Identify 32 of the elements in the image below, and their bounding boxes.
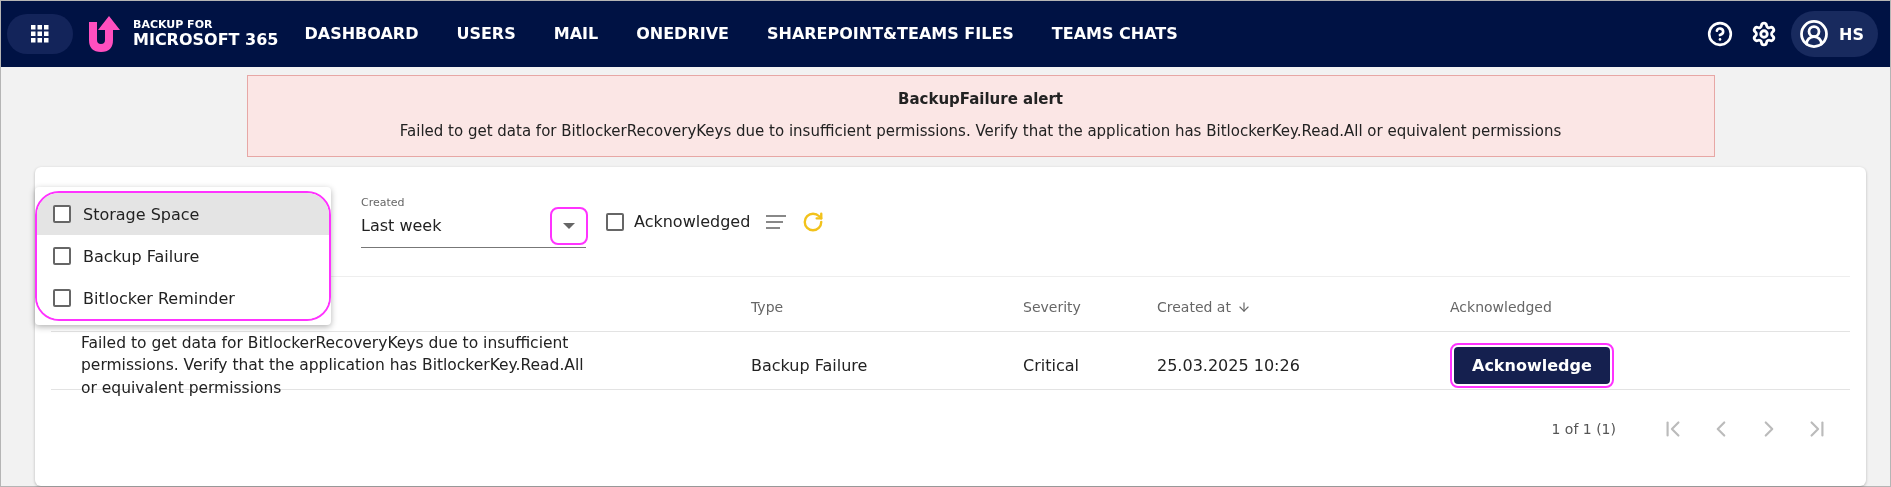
column-header: Severity	[1023, 299, 1082, 315]
nav-tab[interactable]: DASHBOARD	[304, 15, 419, 53]
nav-tab[interactable]: MAIL	[553, 15, 599, 53]
table-cell-text: Backup Failure	[751, 354, 869, 377]
column-header: Acknowledged	[1450, 299, 1553, 315]
table-cell-text: 25.03.2025 10:26	[1157, 354, 1301, 377]
user-avatar-icon	[1799, 19, 1830, 49]
user-menu-button[interactable]: HS	[1791, 11, 1878, 57]
app-logo-text: BACKUP FOR MICROSOFT 365	[133, 19, 279, 49]
page-count: 1 of 1 (1)	[1551, 421, 1616, 437]
nav-tab[interactable]: TEAMS CHATS	[1051, 15, 1178, 53]
table-cell-text: Critical	[1023, 354, 1080, 377]
column-header[interactable]: Created at	[1157, 299, 1450, 315]
dropdown-arrow-button[interactable]	[552, 208, 586, 243]
nav-tab[interactable]: SHAREPOINT&TEAMS FILES	[766, 15, 1014, 53]
field-label: Created	[361, 195, 406, 209]
select-value: Last week	[361, 216, 442, 235]
nav-tab[interactable]: ONEDRIVE	[636, 15, 729, 53]
alert-title: BackupFailure alert	[897, 90, 1064, 108]
menu-option[interactable]: Storage Space	[37, 193, 329, 235]
table-cell-text: Failed to get data for BitlockerRecoveryKeys due to insufficient permissions. Verify that the application has BitlockerKey.Read.All or equivalent permissions	[80, 333, 585, 399]
column-header: Type	[751, 299, 785, 315]
lines-icon[interactable]	[766, 214, 787, 229]
alert-message: Failed to get data for BitlockerRecoveryKeys due to insufficient permissions. Verify that the application has BitlockerKey.Read.All or equivalent permissions	[399, 122, 1562, 140]
grid-icon	[31, 25, 49, 43]
caret-icon	[563, 222, 575, 229]
acknowledge-button[interactable]: Acknowledge	[1450, 343, 1614, 389]
acknowledged-checkbox[interactable]: Acknowledged	[606, 212, 751, 231]
created-select[interactable]: Created Last week	[361, 195, 586, 248]
nav-tab[interactable]: USERS	[456, 15, 516, 53]
apps-menu-button[interactable]	[7, 14, 73, 54]
logo-icon	[87, 14, 123, 54]
